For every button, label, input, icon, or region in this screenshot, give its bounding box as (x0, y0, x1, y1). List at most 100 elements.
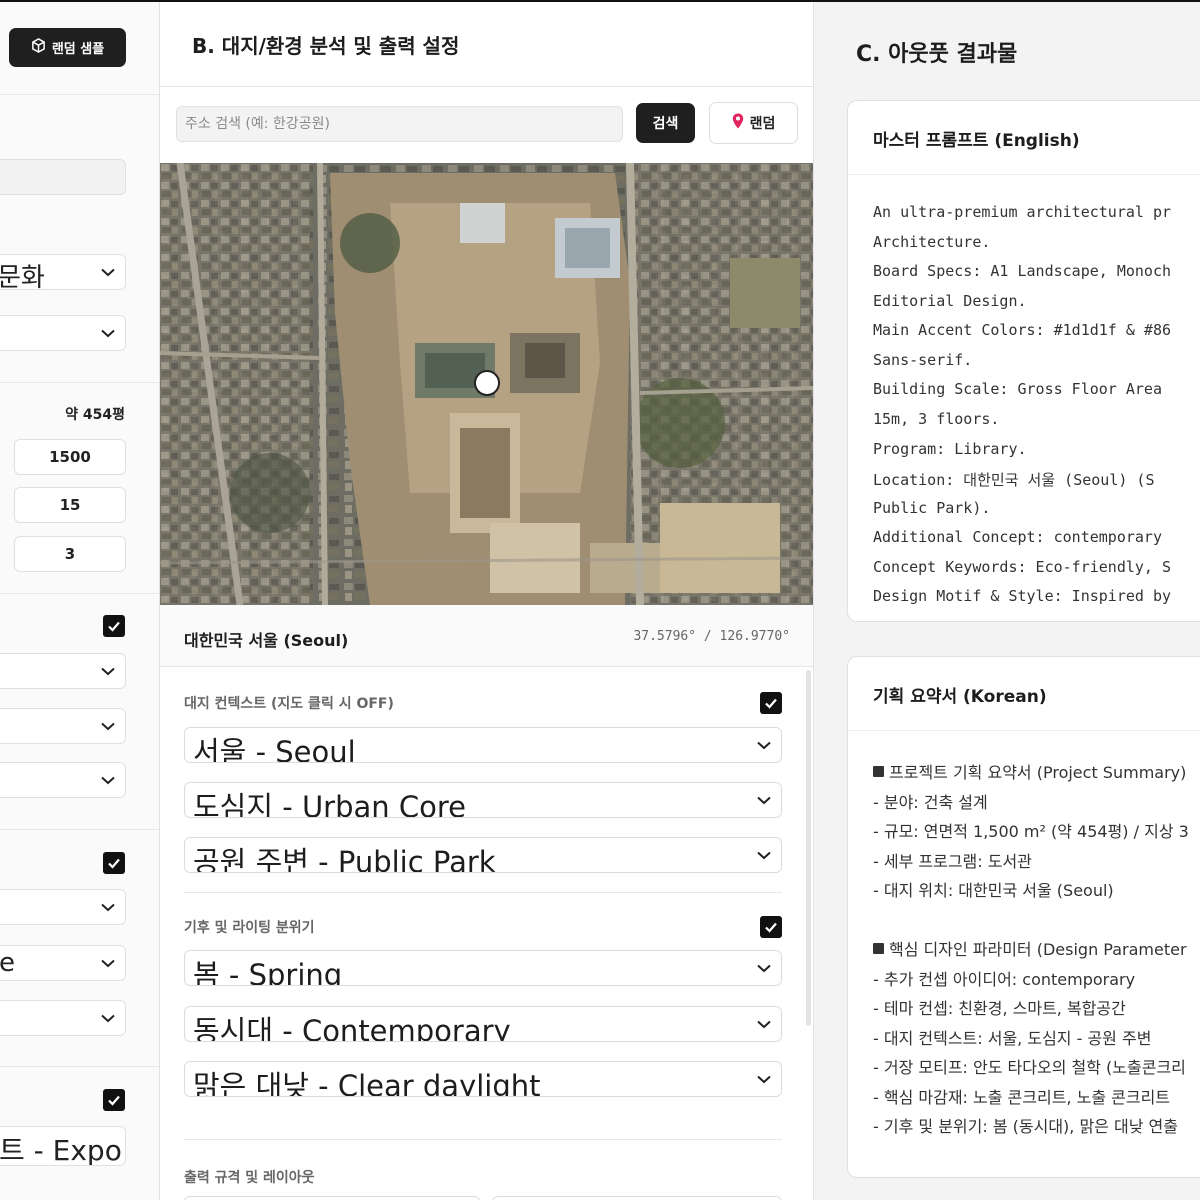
era-select-value: 동시대 - Contemporary (193, 1014, 511, 1042)
divider (184, 892, 782, 893)
prompt-line: Architecture. (873, 233, 991, 251)
panel-a: 랜덤 샘플 문화 약 454평 1500 15 3 e 트 - Expo (0, 2, 160, 1200)
summary-line: - 테마 컨셉: 친환경, 스마트, 복합공간 (873, 999, 1126, 1018)
climate-label: 기후 및 라이팅 분위기 (184, 920, 315, 936)
category-select[interactable]: 문화 (0, 254, 126, 290)
concept-checkbox[interactable] (103, 615, 125, 637)
summary-line: - 기후 및 분위기: 봄 (동시대), 맑은 대낮 연출 (873, 1117, 1178, 1136)
event-select-value: 트 - Expo (0, 1134, 122, 1166)
random-location-button[interactable]: 랜덤 (709, 102, 798, 144)
summary-line: - 거장 모티프: 안도 타다오의 철학 (노출콘크리 (873, 1058, 1186, 1077)
panel-c-title: C. 아웃풋 결과물 (856, 42, 1018, 67)
concept-select-3[interactable] (0, 762, 126, 798)
program-select[interactable] (0, 315, 126, 351)
divider (184, 1139, 782, 1140)
summary-section-title: 프로젝트 기획 요약서 (Project Summary) (873, 759, 1186, 783)
summary-section-title: 핵심 디자인 파라미터 (Design Parameter (873, 936, 1187, 960)
master-prompt-header: 마스터 프롬프트 (English) (848, 101, 1200, 175)
motif-select-3[interactable] (0, 1000, 126, 1036)
address-search-input[interactable] (176, 106, 623, 142)
gross-floor-area-input[interactable]: 1500 (14, 439, 126, 475)
coordinates-readout: 37.5796° / 126.9770° (633, 629, 790, 644)
season-select[interactable]: 봄 - Spring (184, 950, 782, 986)
divider (0, 94, 159, 95)
panel-b-title: B. 대지/환경 분석 및 출력 설정 (192, 34, 460, 58)
event-select[interactable]: 트 - Expo (0, 1126, 126, 1166)
surroundings-select[interactable]: 공원 주변 - Public Park (184, 837, 782, 873)
cube-icon (31, 38, 46, 57)
prompt-line: Public Park). (873, 499, 991, 517)
height-input[interactable]: 15 (14, 487, 126, 523)
chevron-down-icon (755, 846, 773, 864)
city-select-value: 서울 - Seoul (193, 735, 356, 763)
chevron-down-icon (99, 324, 117, 342)
square-bullet-icon (873, 943, 884, 954)
satellite-map[interactable] (160, 163, 813, 605)
summary-line: - 추가 컨셉 아이디어: contemporary (873, 970, 1136, 989)
concept-select-1[interactable] (0, 653, 126, 689)
chevron-down-icon (99, 898, 117, 916)
chevron-down-icon (755, 791, 773, 809)
prompt-line: Additional Concept: contemporary (873, 528, 1162, 546)
chevron-down-icon (99, 662, 117, 680)
panel-b: B. 대지/환경 분석 및 출력 설정 검색 랜덤 (160, 2, 814, 1200)
output-format-select[interactable] (184, 1196, 480, 1200)
square-bullet-icon (873, 766, 884, 777)
divider (0, 382, 159, 383)
summary-card: 기획 요약서 (Korean) 프로젝트 기획 요약서 (Project Sum… (847, 656, 1200, 1178)
motif-checkbox[interactable] (103, 852, 125, 874)
season-select-value: 봄 - Spring (193, 958, 343, 986)
motif-select-2-value: e (0, 948, 15, 978)
chevron-down-icon (755, 736, 773, 754)
category-select-value: 문화 (0, 263, 45, 290)
location-name: 대한민국 서울 (Seoul) (184, 631, 349, 650)
era-select[interactable]: 동시대 - Contemporary (184, 1006, 782, 1042)
lighting-select[interactable]: 맑은 대낮 - Clear daylight (184, 1061, 782, 1097)
floors-input[interactable]: 3 (14, 536, 126, 572)
prompt-line: An ultra-premium architectural pr (873, 203, 1172, 221)
event-checkbox[interactable] (103, 1089, 125, 1111)
chevron-down-icon (99, 954, 117, 972)
site-context-label: 대지 컨텍스트 (지도 클릭 시 OFF) (184, 696, 394, 712)
prompt-line: Program: Library. (873, 440, 1027, 458)
prompt-line: Building Scale: Gross Floor Area (873, 380, 1162, 398)
summary-line: - 분야: 건축 설계 (873, 793, 988, 812)
prompt-line: Design Motif & Style: Inspired by (873, 587, 1172, 605)
chevron-down-icon (755, 1015, 773, 1033)
summary-line: - 대지 컨텍스트: 서울, 도심지 - 공원 주변 (873, 1029, 1152, 1048)
app-root: 랜덤 샘플 문화 약 454평 1500 15 3 e 트 - Expo B. … (0, 0, 1200, 1200)
prompt-line: Sans-serif. (873, 351, 973, 369)
summary-section-title-text: 핵심 디자인 파라미터 (Design Parameter (889, 940, 1187, 959)
summary-line: - 세부 프로그램: 도서관 (873, 852, 1032, 871)
divider (0, 829, 159, 830)
text-field[interactable] (0, 159, 126, 195)
site-context-checkbox[interactable] (760, 692, 782, 714)
urban-type-select[interactable]: 도심지 - Urban Core (184, 782, 782, 818)
random-location-label: 랜덤 (749, 116, 776, 132)
urban-type-select-value: 도심지 - Urban Core (193, 790, 466, 818)
climate-checkbox[interactable] (760, 916, 782, 938)
output-layout-select[interactable] (492, 1196, 782, 1200)
chevron-down-icon (99, 1009, 117, 1027)
concept-select-2[interactable] (0, 708, 126, 744)
master-prompt-card: 마스터 프롬프트 (English) An ultra-premium arch… (847, 100, 1200, 622)
motif-select-1[interactable] (0, 889, 126, 925)
motif-select-2[interactable]: e (0, 945, 126, 981)
search-button[interactable]: 검색 (636, 103, 695, 143)
surroundings-select-value: 공원 주변 - Public Park (193, 845, 496, 873)
summary-line: - 규모: 연면적 1,500 m² (약 454평) / 지상 3 (873, 822, 1189, 841)
summary-section-title-text: 프로젝트 기획 요약서 (Project Summary) (889, 763, 1187, 782)
prompt-line: Location: 대한민국 서울 (Seoul) (S (873, 471, 1155, 489)
divider (0, 593, 159, 594)
prompt-line: Editorial Design. (873, 292, 1027, 310)
chevron-down-icon (755, 1070, 773, 1088)
scrollbar[interactable] (806, 670, 811, 1026)
random-sample-button[interactable]: 랜덤 샘플 (9, 28, 126, 67)
prompt-line: Concept Keywords: Eco-friendly, S (873, 558, 1172, 576)
summary-header: 기획 요약서 (Korean) (848, 657, 1200, 731)
lighting-select-value: 맑은 대낮 - Clear daylight (193, 1069, 541, 1097)
city-select[interactable]: 서울 - Seoul (184, 727, 782, 763)
prompt-line: Board Specs: A1 Landscape, Monoch (873, 262, 1172, 280)
chevron-down-icon (755, 959, 773, 977)
divider (0, 1066, 159, 1067)
